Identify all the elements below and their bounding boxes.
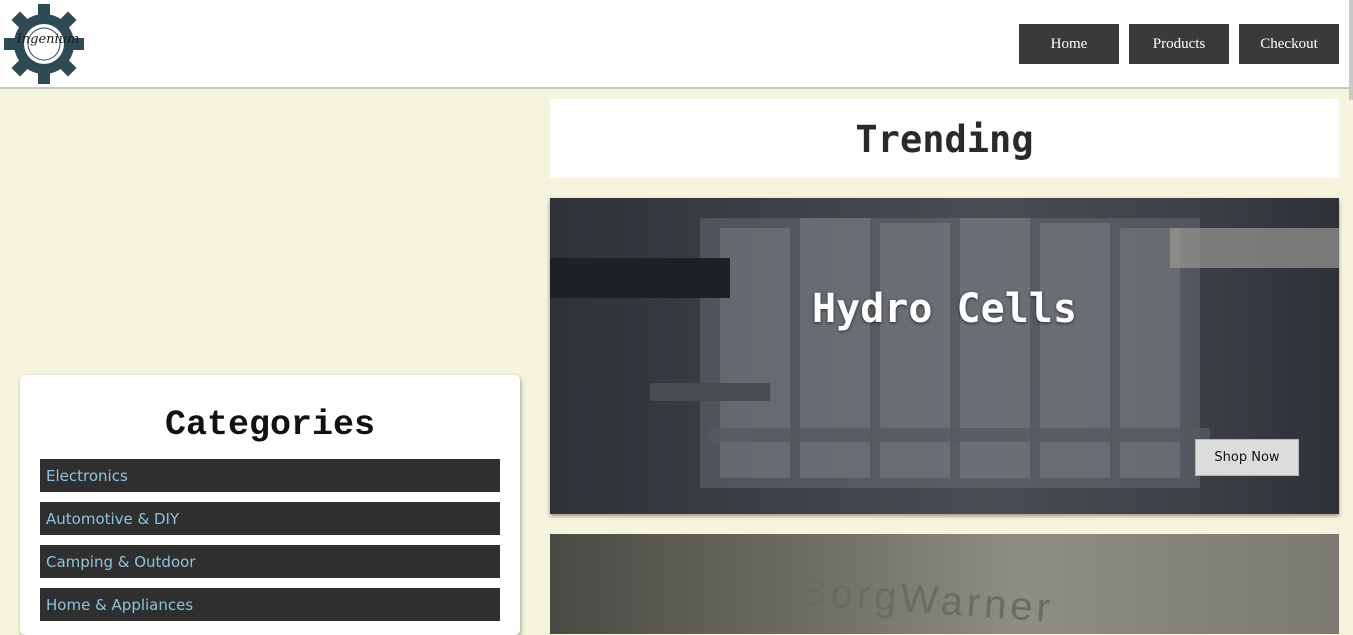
category-home-appliances[interactable]: Home & Appliances: [40, 588, 500, 621]
categories-title: Categories: [164, 405, 376, 445]
main-nav: Home Products Checkout: [1019, 24, 1339, 64]
categories-panel: Categories Electronics Automotive & DIY …: [20, 375, 520, 635]
category-automotive-diy[interactable]: Automotive & DIY: [40, 502, 500, 535]
checkout-nav-button[interactable]: Checkout: [1239, 24, 1339, 64]
logo[interactable]: Ingenium: [4, 4, 84, 84]
category-camping-outdoor[interactable]: Camping & Outdoor: [40, 545, 500, 578]
trending-card-hydro-cells[interactable]: Hydro Cells Shop Now: [550, 198, 1339, 514]
scrollbar[interactable]: [1349, 0, 1353, 100]
trending-header: Trending: [550, 99, 1339, 178]
trending-title: Trending: [855, 118, 1034, 161]
categories-list: Electronics Automotive & DIY Camping & O…: [40, 459, 500, 631]
shop-now-button[interactable]: Shop Now: [1195, 439, 1299, 476]
logo-text: Ingenium: [16, 32, 80, 47]
category-electronics[interactable]: Electronics: [40, 459, 500, 492]
hydro-cells-title: Hydro Cells: [812, 286, 1077, 332]
borgwarner-image-text: BorgWarner: [798, 569, 1056, 631]
site-header: Ingenium Home Products Checkout: [0, 0, 1353, 100]
products-nav-button[interactable]: Products: [1129, 24, 1229, 64]
trending-card-borgwarner[interactable]: BorgWarner: [550, 534, 1339, 634]
home-nav-button[interactable]: Home: [1019, 24, 1119, 64]
